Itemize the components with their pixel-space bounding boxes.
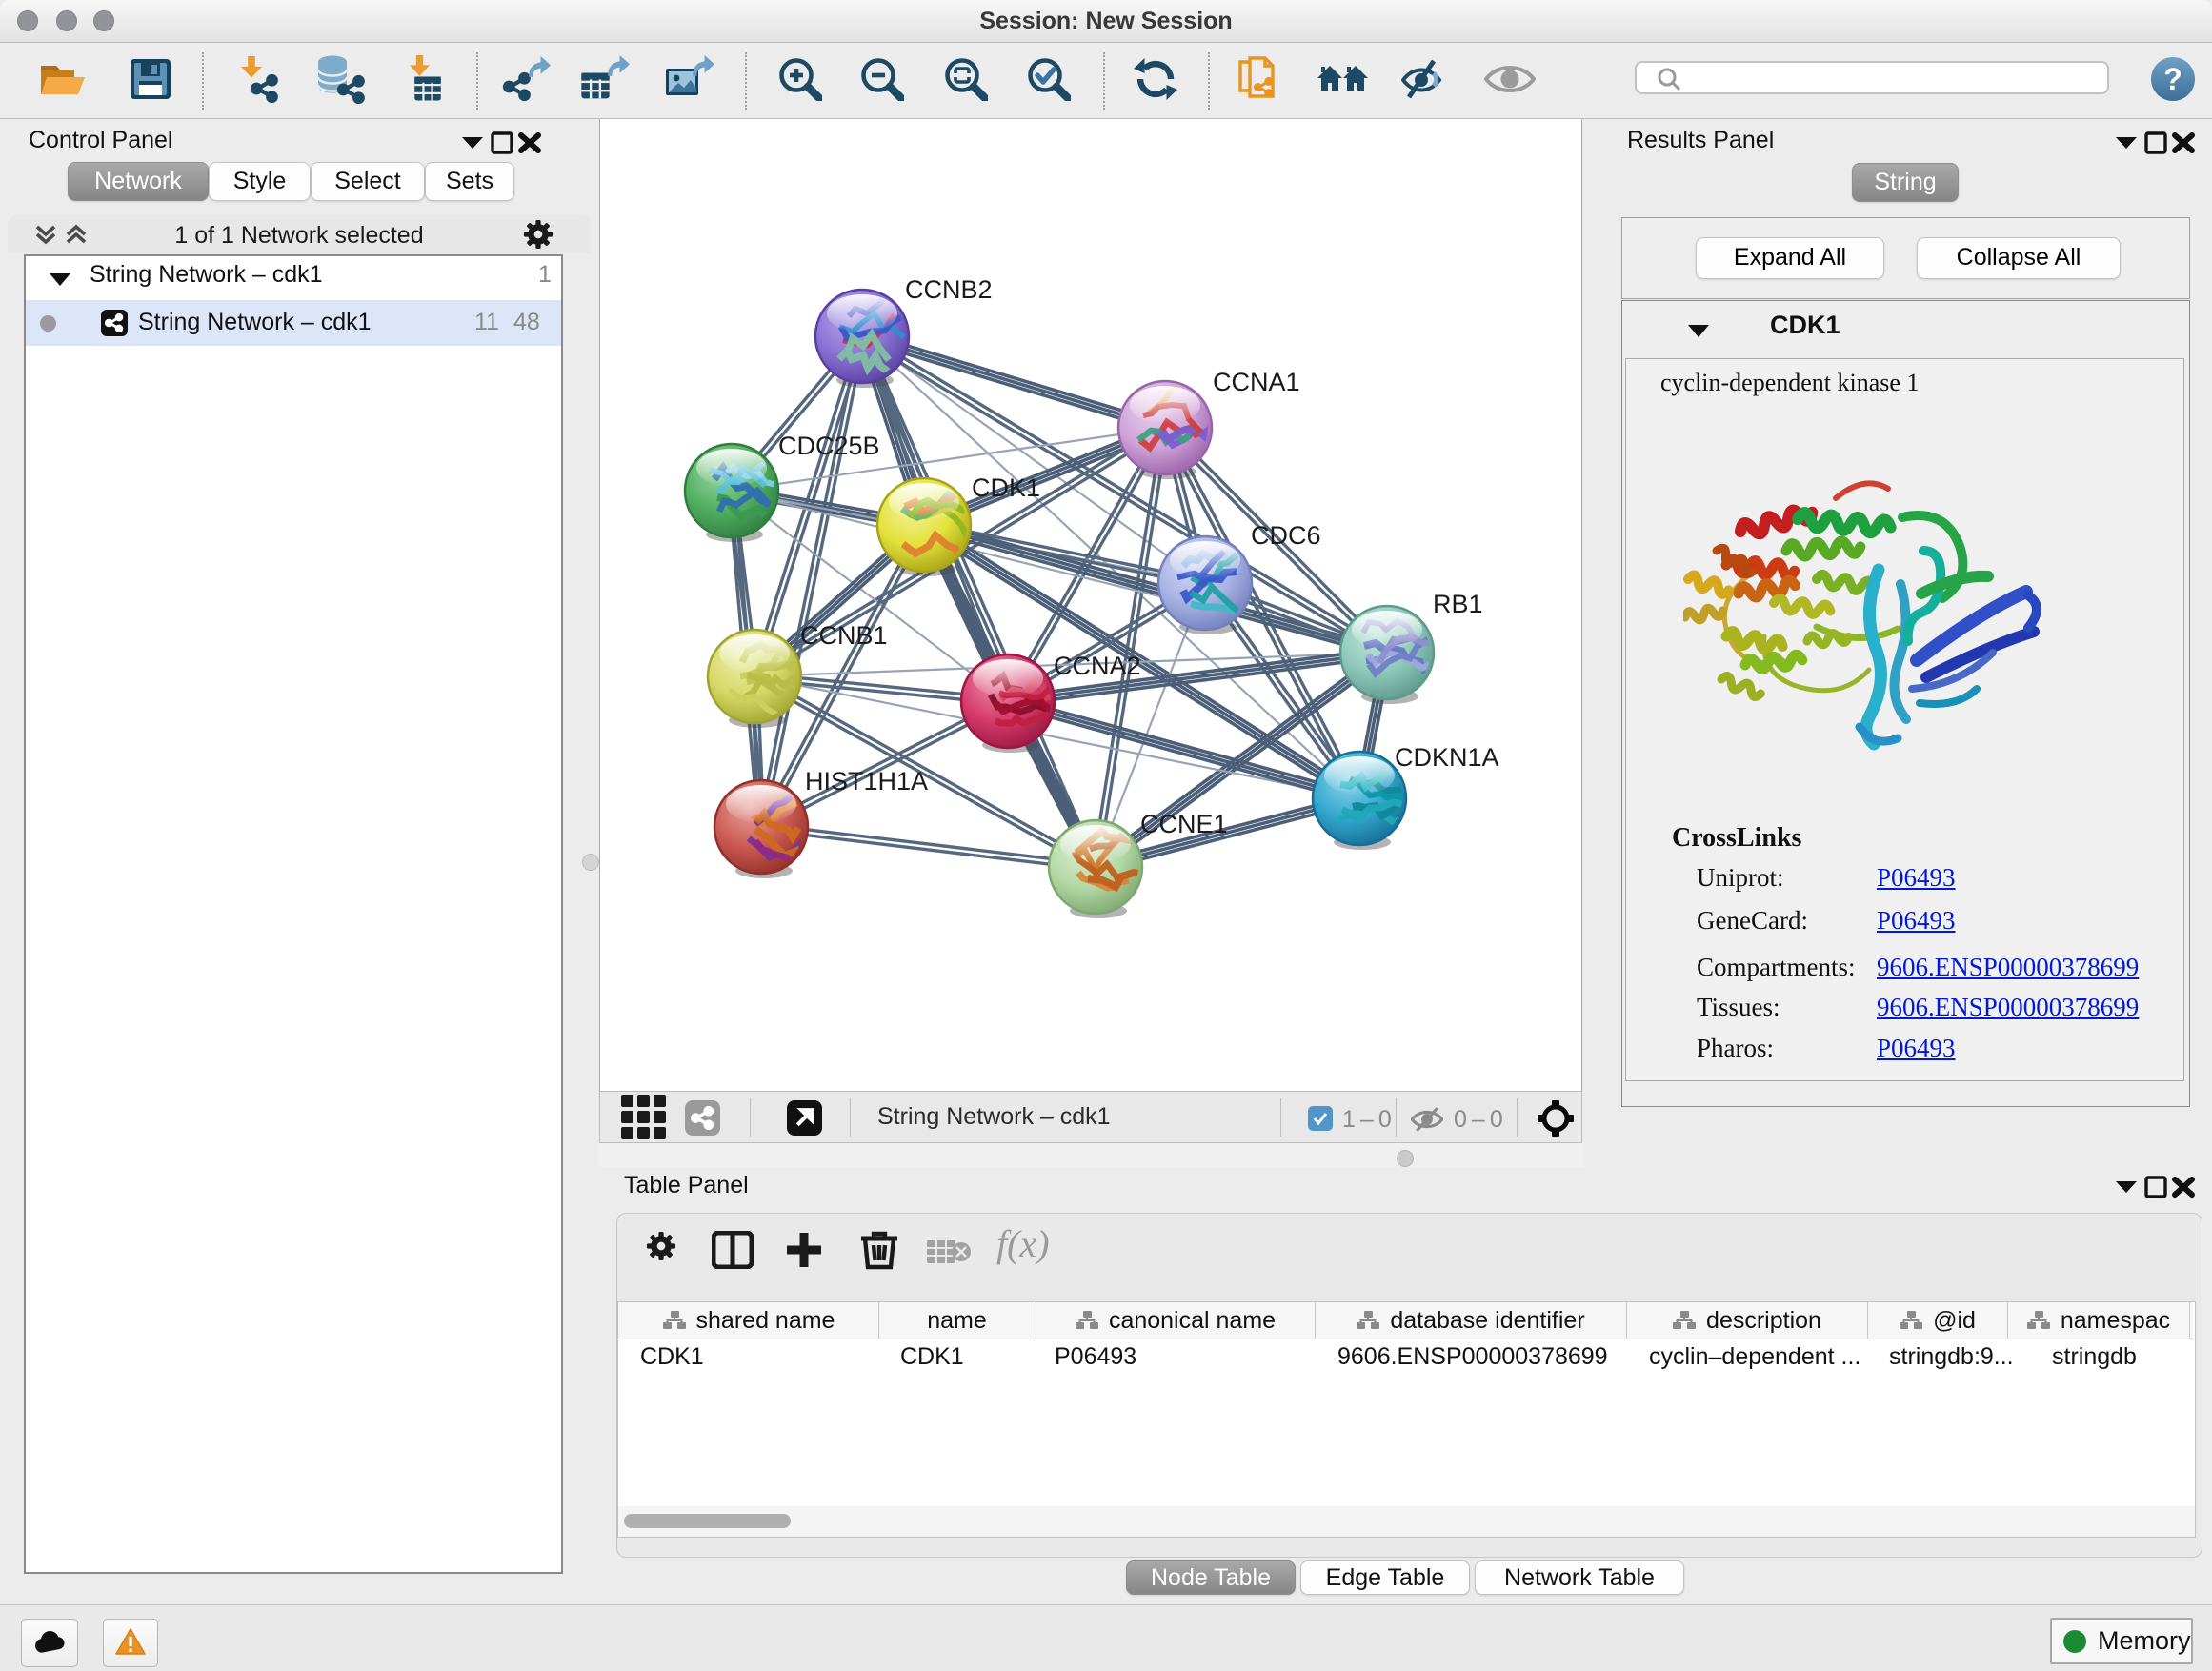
svg-text:RB1: RB1	[1433, 590, 1483, 618]
svg-text:CCNA1: CCNA1	[1213, 368, 1300, 396]
svg-text:CDK1: CDK1	[972, 473, 1040, 502]
svg-text:CDKN1A: CDKN1A	[1395, 743, 1499, 772]
svg-text:CDC25B: CDC25B	[778, 432, 880, 460]
svg-text:CCNB2: CCNB2	[905, 275, 993, 304]
svg-text:CCNE1: CCNE1	[1140, 810, 1228, 838]
svg-text:CCNB1: CCNB1	[800, 621, 888, 650]
svg-text:CCNA2: CCNA2	[1054, 652, 1141, 680]
svg-text:HIST1H1A: HIST1H1A	[805, 767, 928, 795]
svg-text:CDC6: CDC6	[1251, 521, 1321, 550]
